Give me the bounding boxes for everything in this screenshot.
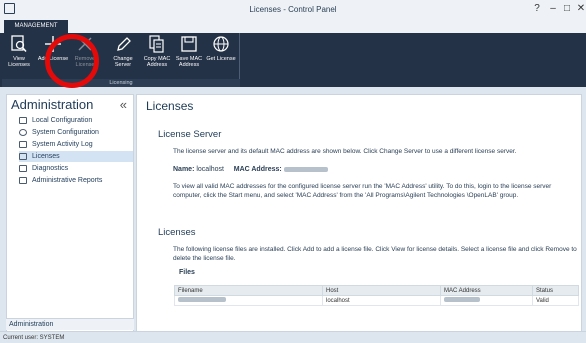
- view-licenses-label: View Licenses: [8, 56, 30, 68]
- sidebar-item-licenses[interactable]: Licenses: [19, 151, 133, 162]
- table-row[interactable]: localhost Valid: [174, 295, 579, 306]
- filename-redacted: [178, 297, 226, 303]
- ribbon-group-licensing: View Licenses Add License Remove License…: [2, 33, 240, 87]
- sidebar-item-label: System Activity Log: [32, 141, 93, 148]
- log-icon: [19, 141, 27, 148]
- sidebar-item-administrative-reports[interactable]: Administrative Reports: [19, 175, 133, 186]
- license-server-description: The license server and its default MAC a…: [173, 148, 517, 155]
- files-label: Files: [179, 269, 195, 276]
- mac-address-redacted: [444, 297, 480, 303]
- page-title: Licenses: [146, 99, 194, 113]
- sidebar: Administration « Local Configuration Sys…: [6, 94, 134, 343]
- change-server-button[interactable]: Change Server: [110, 33, 136, 77]
- license-server-heading: License Server: [158, 129, 222, 140]
- sidebar-item-diagnostics[interactable]: Diagnostics: [19, 163, 133, 174]
- save-mac-address-label: Save MAC Address: [175, 56, 203, 68]
- view-licenses-icon: [11, 35, 27, 52]
- window-title: Licenses - Control Panel: [249, 5, 337, 14]
- get-license-button[interactable]: Get License: [206, 33, 236, 77]
- sidebar-item-label: System Configuration: [32, 129, 99, 136]
- status-cell: Valid: [532, 295, 579, 306]
- save-icon: [181, 36, 197, 52]
- column-filename[interactable]: Filename: [174, 285, 323, 296]
- close-button[interactable]: ✕: [574, 3, 586, 14]
- status-bar: Current user: SYSTEM: [0, 331, 586, 343]
- mac-address-label: MAC Address:: [233, 166, 282, 173]
- sidebar-footer-administration[interactable]: Administration: [6, 318, 134, 330]
- sidebar-item-label: Licenses: [32, 153, 60, 160]
- server-info-row: Name: localhost MAC Address:: [173, 166, 577, 175]
- highlight-circle-annotation: [45, 34, 99, 88]
- gear-icon: [19, 129, 27, 136]
- help-button[interactable]: ?: [530, 3, 544, 14]
- column-host[interactable]: Host: [322, 285, 441, 296]
- ribbon-tab-bar: MANAGEMENT: [0, 20, 586, 33]
- maximize-button[interactable]: □: [560, 3, 574, 14]
- files-table: Filename Host MAC Address Status localho…: [174, 285, 579, 306]
- licenses-heading: Licenses: [158, 227, 196, 238]
- view-licenses-button[interactable]: View Licenses: [6, 33, 32, 77]
- collapse-sidebar-button[interactable]: «: [120, 97, 127, 112]
- sidebar-item-label: Administrative Reports: [32, 177, 103, 184]
- ribbon-group-label: Licensing: [2, 79, 240, 87]
- save-mac-address-button[interactable]: Save MAC Address: [176, 33, 202, 77]
- files-table-header: Filename Host MAC Address Status: [174, 285, 579, 296]
- globe-icon: [213, 36, 229, 52]
- server-name-value: localhost: [196, 166, 224, 173]
- get-license-label: Get License: [206, 56, 236, 62]
- mac-address-value-redacted: [283, 166, 328, 172]
- change-server-label: Change Server: [113, 56, 133, 68]
- license-icon: [19, 153, 27, 160]
- filename-cell: [174, 295, 323, 306]
- sidebar-item-label: Diagnostics: [32, 165, 69, 172]
- sidebar-item-system-configuration[interactable]: System Configuration: [19, 127, 133, 138]
- licenses-description: The following license files are installe…: [173, 246, 577, 262]
- pencil-icon: [117, 37, 131, 51]
- sidebar-item-local-configuration[interactable]: Local Configuration: [19, 115, 133, 126]
- copy-mac-address-button[interactable]: Copy MAC Address: [144, 33, 170, 77]
- tab-management[interactable]: MANAGEMENT: [4, 20, 68, 33]
- copy-icon: [149, 35, 164, 53]
- copy-mac-address-label: Copy MAC Address: [143, 56, 171, 68]
- report-icon: [19, 177, 27, 184]
- sidebar-item-label: Local Configuration: [32, 117, 93, 124]
- sidebar-item-system-activity-log[interactable]: System Activity Log: [19, 139, 133, 150]
- local-configuration-icon: [19, 117, 27, 124]
- column-mac-address[interactable]: MAC Address: [440, 285, 533, 296]
- title-bar: Licenses - Control Panel ? – □ ✕: [0, 0, 586, 20]
- name-label: Name:: [173, 166, 195, 173]
- mac-address-cell: [440, 295, 533, 306]
- mac-address-utility-note: To view all valid MAC addresses for the …: [173, 183, 552, 199]
- minimize-button[interactable]: –: [546, 3, 560, 14]
- sidebar-title: Administration: [11, 97, 94, 112]
- diagnostics-icon: [19, 165, 27, 172]
- column-status[interactable]: Status: [532, 285, 579, 296]
- host-cell: localhost: [322, 295, 441, 306]
